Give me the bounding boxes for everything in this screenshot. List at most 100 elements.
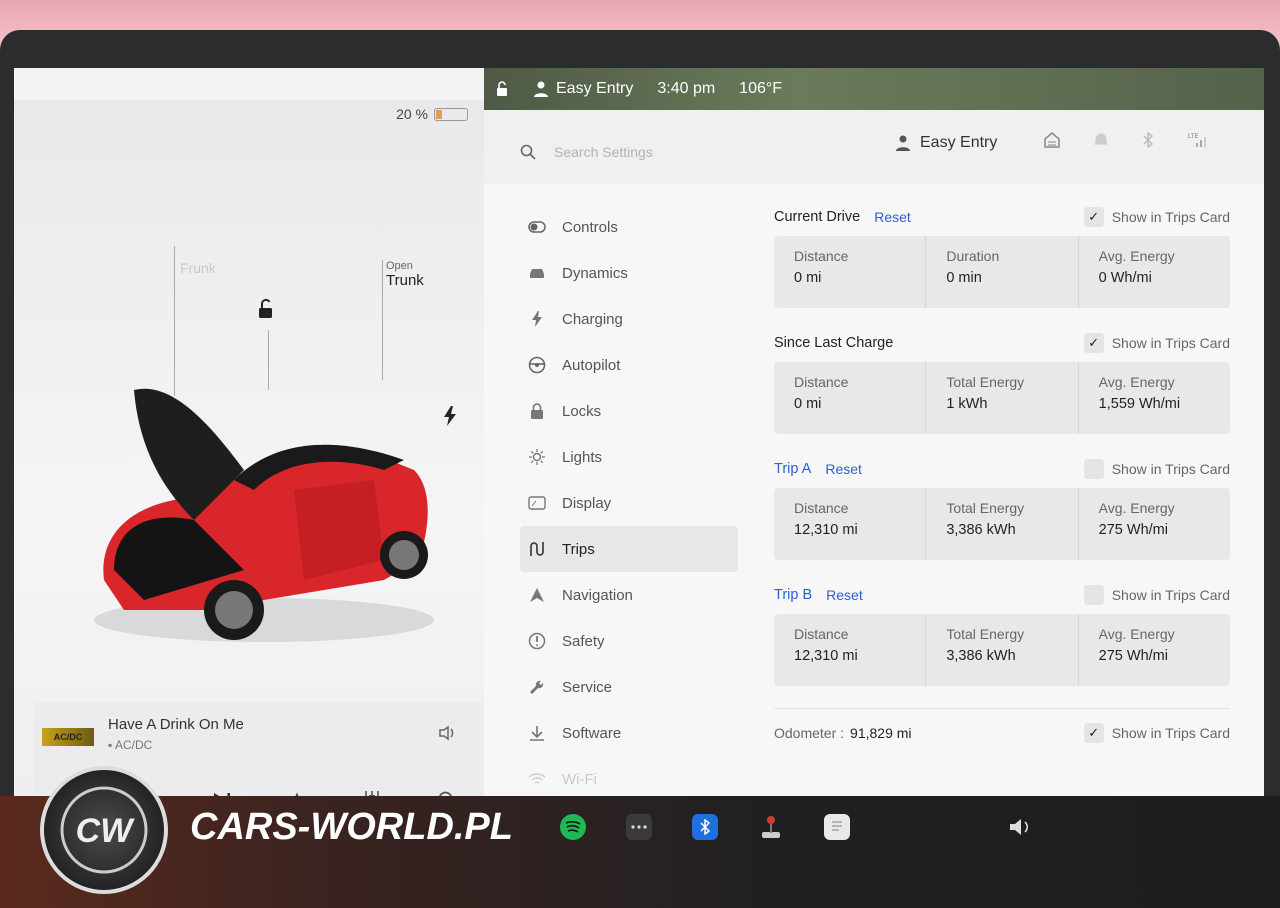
- display-icon: [528, 494, 546, 512]
- nav-item-dynamics[interactable]: Dynamics: [520, 250, 738, 296]
- trunk-state-label: Open: [386, 260, 413, 272]
- show-in-trips-card-toggle[interactable]: Show in Trips Card: [1083, 585, 1230, 605]
- nav-item-navigation[interactable]: Navigation: [520, 572, 738, 618]
- header-icons: LTE: [1044, 131, 1208, 153]
- trunk-leader-line: [382, 260, 383, 380]
- unlock-icon[interactable]: [254, 298, 276, 325]
- section-header: Trip A Reset Show in Trips Card: [774, 456, 1230, 482]
- nav-label: Navigation: [562, 586, 633, 604]
- album-art[interactable]: AC/DC: [42, 728, 94, 746]
- stat-cell: Avg. Energy 0 Wh/mi: [1079, 236, 1230, 308]
- status-profile-name: Easy Entry: [556, 80, 634, 97]
- wrench-icon: [528, 678, 546, 696]
- show-in-trips-card-checkbox[interactable]: [1083, 459, 1104, 479]
- bluetooth-icon[interactable]: [692, 814, 718, 840]
- nav-item-safety[interactable]: Safety: [520, 618, 738, 664]
- equalizer-icon[interactable]: [356, 786, 388, 796]
- spotify-icon[interactable]: [560, 814, 586, 840]
- settings-header: Search Settings Easy Entry LTE: [484, 110, 1264, 184]
- trips-content: Current Drive Reset ✓ Show in Trips Card …: [774, 204, 1230, 743]
- nav-item-software[interactable]: Software: [520, 710, 738, 756]
- nav-item-lights[interactable]: Lights: [520, 434, 738, 480]
- nav-item-service[interactable]: Service: [520, 664, 738, 710]
- nav-item-wi-fi[interactable]: Wi-Fi: [520, 756, 738, 796]
- stat-label: Avg. Energy: [1098, 248, 1175, 264]
- odometer-checkbox[interactable]: ✓: [1083, 723, 1104, 743]
- odometer-show-in-trips-card[interactable]: ✓ Show in Trips Card: [1083, 723, 1230, 743]
- nav-label: Autopilot: [562, 356, 621, 374]
- odometer-label: Odometer :: [774, 725, 845, 741]
- bluetooth-icon[interactable]: [1142, 131, 1154, 153]
- nav-item-autopilot[interactable]: Autopilot: [520, 342, 738, 388]
- stat-label: Total Energy: [946, 626, 1025, 642]
- volume-icon[interactable]: [1008, 816, 1042, 844]
- bell-icon[interactable]: [1094, 132, 1108, 153]
- nav-item-locks[interactable]: Locks: [520, 388, 738, 434]
- stat-cell: Avg. Energy 275 Wh/mi: [1079, 488, 1230, 560]
- stat-value: 0 mi: [794, 270, 822, 286]
- reset-button[interactable]: Reset: [874, 209, 911, 225]
- stats-card: Distance 12,310 mi Total Energy 3,386 kW…: [774, 614, 1230, 686]
- show-in-trips-card-toggle[interactable]: ✓ Show in Trips Card: [1083, 207, 1230, 227]
- stat-value: 275 Wh/mi: [1098, 648, 1168, 664]
- section-current-drive: Current Drive Reset ✓ Show in Trips Card …: [774, 204, 1230, 308]
- nav-label: Software: [562, 724, 622, 742]
- nav-item-controls[interactable]: Controls: [520, 204, 738, 250]
- reset-button[interactable]: Reset: [825, 461, 862, 477]
- next-track-icon[interactable]: [206, 786, 238, 796]
- show-in-trips-card-toggle[interactable]: Show in Trips Card: [1083, 459, 1230, 479]
- lock-icon: [528, 402, 546, 420]
- search-settings[interactable]: Search Settings: [520, 144, 653, 160]
- stat-cell: Distance 0 mi: [774, 236, 927, 308]
- nav-item-trips[interactable]: Trips: [520, 526, 738, 572]
- frunk-button[interactable]: Frunk: [180, 260, 216, 276]
- stat-cell: Distance 0 mi: [774, 362, 927, 434]
- show-in-trips-card-toggle[interactable]: ✓ Show in Trips Card: [1083, 333, 1230, 353]
- nav-label: Service: [562, 678, 613, 696]
- section-title: Since Last Charge: [774, 335, 894, 351]
- section-title: Trip B: [774, 587, 813, 603]
- reset-button[interactable]: Reset: [826, 587, 863, 603]
- section-header: Trip B Reset Show in Trips Card: [774, 582, 1230, 608]
- stat-cell: Duration 0 min: [926, 236, 1079, 308]
- stat-label: Distance: [794, 500, 849, 516]
- show-in-trips-card-checkbox[interactable]: [1083, 585, 1104, 605]
- nav-label: Controls: [562, 218, 618, 236]
- lock-status-icon[interactable]: [494, 81, 510, 97]
- search-icon[interactable]: [431, 786, 463, 796]
- search-input[interactable]: Search Settings: [554, 144, 653, 160]
- section-header: Since Last Charge ✓ Show in Trips Card: [774, 330, 1230, 356]
- status-profile[interactable]: Easy Entry: [534, 80, 633, 98]
- stat-value: 1 kWh: [946, 396, 988, 412]
- odometer-row: Odometer : 91,829 mi ✓ Show in Trips Car…: [774, 708, 1230, 743]
- status-bar: Easy Entry 3:40 pm 106°F: [484, 68, 1264, 110]
- stats-card: Distance 0 mi Total Energy 1 kWh Avg. En…: [774, 362, 1230, 434]
- section-title: Trip A: [774, 461, 812, 477]
- stat-value: 275 Wh/mi: [1098, 522, 1168, 538]
- stat-label: Avg. Energy: [1098, 500, 1175, 516]
- notepad-icon[interactable]: [824, 814, 850, 840]
- stat-label: Distance: [794, 626, 849, 642]
- sun-icon: [528, 448, 546, 466]
- svg-text:CW: CW: [76, 812, 136, 850]
- trunk-button[interactable]: Open Trunk: [386, 260, 424, 290]
- show-in-trips-card-checkbox[interactable]: ✓: [1083, 207, 1104, 227]
- homelink-icon[interactable]: [1044, 132, 1060, 153]
- lte-signal-icon: LTE: [1188, 132, 1208, 153]
- charge-port-icon[interactable]: [442, 406, 458, 431]
- song-title: Have A Drink On Me: [108, 716, 244, 733]
- stat-value: 0 min: [946, 270, 982, 286]
- safety-icon: [528, 632, 546, 650]
- nav-item-display[interactable]: Display: [520, 480, 738, 526]
- show-in-trips-card-checkbox[interactable]: ✓: [1083, 333, 1104, 353]
- battery-indicator: 20 %: [396, 106, 468, 122]
- audio-source-icon[interactable]: [438, 724, 456, 747]
- favorite-star-icon[interactable]: [281, 786, 313, 796]
- section-since-last-charge: Since Last Charge ✓ Show in Trips Card D…: [774, 330, 1230, 434]
- nav-label: Trips: [562, 540, 595, 558]
- profile-button[interactable]: Easy Entry: [896, 134, 997, 152]
- joystick-icon[interactable]: [758, 814, 784, 840]
- nav-label: Wi-Fi: [562, 770, 597, 788]
- nav-item-charging[interactable]: Charging: [520, 296, 738, 342]
- more-icon[interactable]: [626, 814, 652, 840]
